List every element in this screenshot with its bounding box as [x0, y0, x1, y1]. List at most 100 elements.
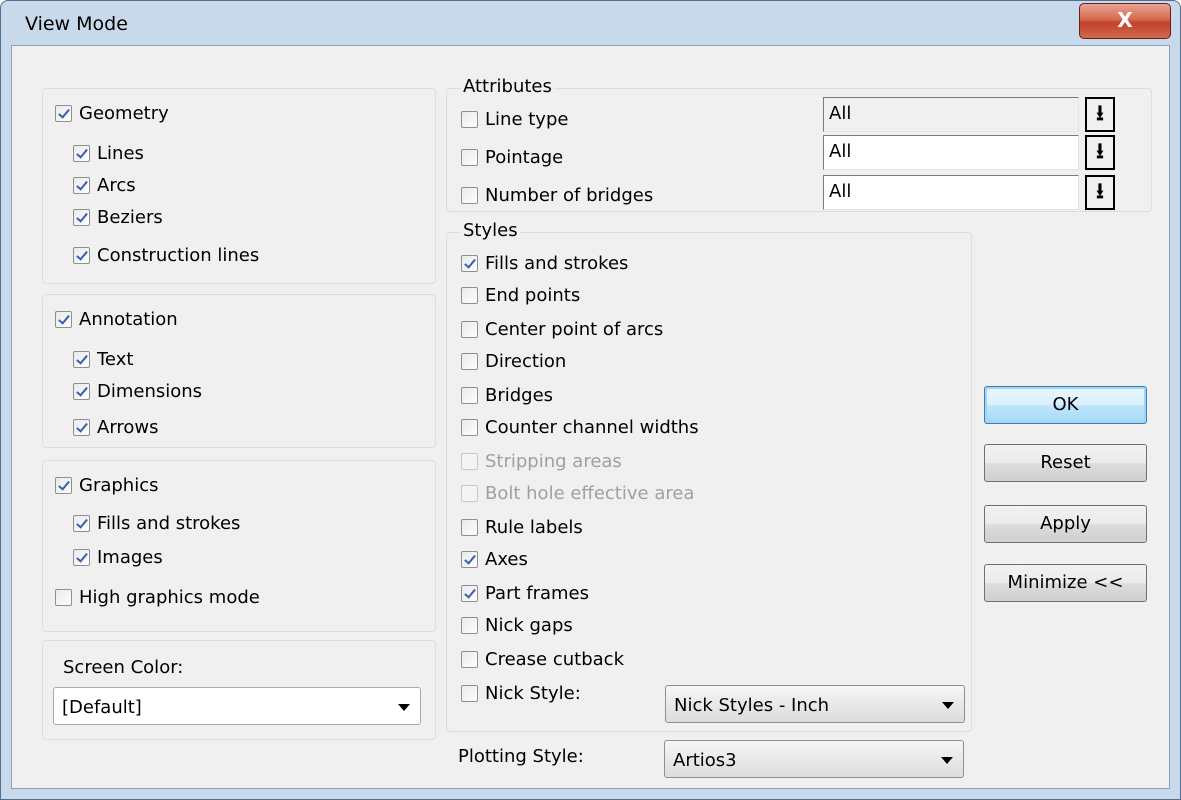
number-of-bridges-checkbox-box[interactable] — [461, 187, 478, 204]
annotation-checkbox-box[interactable] — [55, 311, 72, 328]
view-mode-dialog: View Mode X Geometry Lines Arcs Beziers — [0, 0, 1181, 800]
plotting-style-select[interactable]: Artios3 — [664, 740, 964, 778]
annotation-group: Annotation Text Dimensions Arrows — [42, 294, 436, 448]
apply-button[interactable]: Apply — [984, 505, 1147, 543]
styles-center-point-of-arcs-checkbox-box[interactable] — [461, 321, 478, 338]
annotation-label: Annotation — [79, 309, 178, 330]
styles-counter-channel-widths-checkbox-box[interactable] — [461, 419, 478, 436]
styles-bridges-checkbox-box[interactable] — [461, 387, 478, 404]
geometry-checkbox-box[interactable] — [55, 105, 72, 122]
beziers-checkbox[interactable]: Beziers — [73, 207, 163, 228]
styles-direction-label: Direction — [485, 351, 567, 372]
screen-color-value: [Default] — [62, 697, 142, 718]
attributes-title: Attributes — [461, 76, 554, 97]
reset-button[interactable]: Reset — [984, 444, 1147, 482]
graphics-group: Graphics Fills and strokes Images High g… — [42, 460, 436, 632]
number-of-bridges-checkbox[interactable]: Number of bridges — [461, 185, 653, 206]
close-icon: X — [1117, 8, 1133, 32]
arcs-label: Arcs — [97, 175, 136, 196]
styles-axes-label: Axes — [485, 549, 528, 570]
styles-direction-checkbox[interactable]: Direction — [461, 351, 566, 372]
graphics-fills-strokes-checkbox-box[interactable] — [73, 515, 90, 532]
line-type-field[interactable]: All — [823, 97, 1079, 132]
graphics-checkbox-box[interactable] — [55, 477, 72, 494]
pointage-checkbox-box[interactable] — [461, 149, 478, 166]
number-of-bridges-dropdown-button[interactable]: ⭳ — [1085, 175, 1115, 210]
images-checkbox-box[interactable] — [73, 549, 90, 566]
screen-color-select[interactable]: [Default] — [53, 687, 421, 725]
arrows-checkbox-box[interactable] — [73, 419, 90, 436]
download-arrow-icon: ⭳ — [1096, 101, 1104, 126]
plotting-style-label: Plotting Style: — [458, 746, 584, 767]
line-type-dropdown-button[interactable]: ⭳ — [1085, 97, 1115, 132]
styles-axes-checkbox[interactable]: Axes — [461, 549, 528, 570]
styles-bridges-checkbox[interactable]: Bridges — [461, 385, 553, 406]
pointage-value: All — [829, 141, 852, 162]
styles-crease-cutback-checkbox-box[interactable] — [461, 651, 478, 668]
styles-rule-labels-checkbox-box[interactable] — [461, 519, 478, 536]
ok-button[interactable]: OK — [984, 386, 1147, 424]
styles-counter-channel-widths-label: Counter channel widths — [485, 417, 699, 438]
styles-nick-gaps-checkbox[interactable]: Nick gaps — [461, 615, 573, 636]
styles-end-points-checkbox[interactable]: End points — [461, 285, 580, 306]
number-of-bridges-value: All — [829, 181, 852, 202]
graphics-fills-strokes-checkbox[interactable]: Fills and strokes — [73, 513, 240, 534]
screen-color-group: Screen Color: [Default] — [42, 640, 436, 740]
dimensions-checkbox[interactable]: Dimensions — [73, 381, 202, 402]
attributes-group: Attributes Line type All ⭳ Pointage All … — [446, 76, 1152, 212]
download-arrow-icon: ⭳ — [1096, 179, 1104, 204]
nick-style-select[interactable]: Nick Styles - Inch — [665, 685, 965, 723]
high-graphics-mode-checkbox[interactable]: High graphics mode — [55, 587, 260, 608]
line-type-checkbox-box[interactable] — [461, 111, 478, 128]
images-checkbox[interactable]: Images — [73, 547, 163, 568]
arcs-checkbox[interactable]: Arcs — [73, 175, 136, 196]
styles-bolt-hole-effective-area-label: Bolt hole effective area — [485, 483, 695, 504]
styles-nick-gaps-label: Nick gaps — [485, 615, 573, 636]
styles-counter-channel-widths-checkbox[interactable]: Counter channel widths — [461, 417, 699, 438]
styles-direction-checkbox-box[interactable] — [461, 353, 478, 370]
styles-crease-cutback-checkbox[interactable]: Crease cutback — [461, 649, 624, 670]
minimize-button[interactable]: Minimize << — [984, 564, 1147, 602]
text-checkbox-box[interactable] — [73, 351, 90, 368]
nick-style-checkbox[interactable]: Nick Style: — [461, 683, 581, 704]
construction-lines-checkbox[interactable]: Construction lines — [73, 245, 259, 266]
arcs-checkbox-box[interactable] — [73, 177, 90, 194]
styles-axes-checkbox-box[interactable] — [461, 551, 478, 568]
number-of-bridges-field[interactable]: All — [823, 175, 1079, 210]
styles-end-points-checkbox-box[interactable] — [461, 287, 478, 304]
annotation-checkbox[interactable]: Annotation — [55, 309, 178, 330]
pointage-dropdown-button[interactable]: ⭳ — [1085, 135, 1115, 170]
styles-nick-gaps-checkbox-box[interactable] — [461, 617, 478, 634]
title-bar[interactable]: View Mode X — [1, 1, 1180, 45]
lines-checkbox-box[interactable] — [73, 145, 90, 162]
styles-group: Styles Fills and strokes End points Center… — [446, 220, 972, 732]
lines-checkbox[interactable]: Lines — [73, 143, 144, 164]
geometry-group: Geometry Lines Arcs Beziers Construction… — [42, 88, 436, 284]
arrows-checkbox[interactable]: Arrows — [73, 417, 159, 438]
styles-bridges-label: Bridges — [485, 385, 554, 406]
pointage-checkbox[interactable]: Pointage — [461, 147, 563, 168]
text-checkbox[interactable]: Text — [73, 349, 133, 370]
text-label: Text — [97, 349, 134, 370]
nick-style-label: Nick Style: — [485, 683, 581, 704]
line-type-checkbox[interactable]: Line type — [461, 109, 568, 130]
nick-style-checkbox-box[interactable] — [461, 685, 478, 702]
styles-rule-labels-checkbox[interactable]: Rule labels — [461, 517, 583, 538]
styles-part-frames-checkbox[interactable]: Part frames — [461, 583, 589, 604]
pointage-field[interactable]: All — [823, 135, 1079, 170]
styles-fills-and-strokes-checkbox[interactable]: Fills and strokes — [461, 253, 628, 274]
styles-bolt-hole-effective-area-checkbox-box — [461, 485, 478, 502]
high-graphics-mode-checkbox-box[interactable] — [55, 589, 72, 606]
graphics-checkbox[interactable]: Graphics — [55, 475, 159, 496]
close-button[interactable]: X — [1079, 3, 1171, 39]
styles-center-point-of-arcs-checkbox[interactable]: Center point of arcs — [461, 319, 663, 340]
beziers-checkbox-box[interactable] — [73, 209, 90, 226]
geometry-checkbox[interactable]: Geometry — [55, 103, 169, 124]
dimensions-checkbox-box[interactable] — [73, 383, 90, 400]
styles-part-frames-checkbox-box[interactable] — [461, 585, 478, 602]
styles-fills-and-strokes-label: Fills and strokes — [485, 253, 629, 274]
construction-lines-checkbox-box[interactable] — [73, 247, 90, 264]
styles-stripping-areas-checkbox: Stripping areas — [461, 451, 622, 472]
chevron-down-icon — [942, 702, 954, 709]
styles-fills-and-strokes-checkbox-box[interactable] — [461, 255, 478, 272]
